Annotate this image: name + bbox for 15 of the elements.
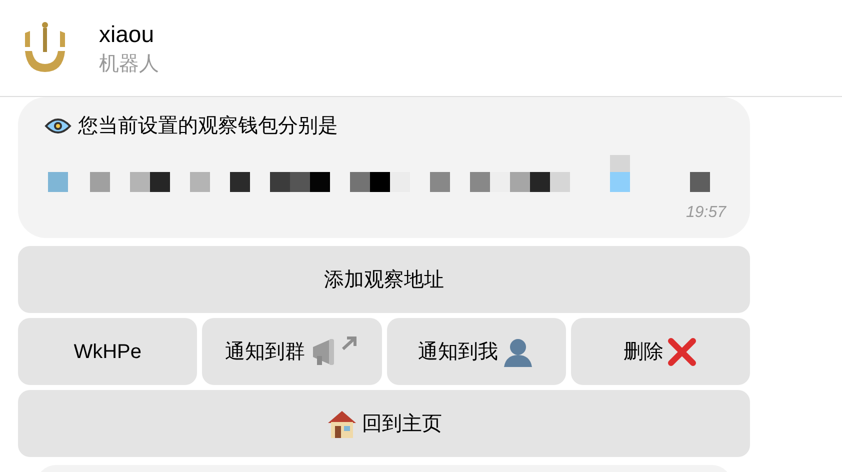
keyboard-button[interactable]: 添加观察地址 (18, 246, 750, 313)
keyboard-button[interactable]: 通知到我 (386, 318, 566, 385)
message-time: 19:57 (686, 203, 726, 223)
person-icon (502, 336, 534, 366)
house-icon (326, 408, 358, 438)
chat-title: xiaou (99, 20, 155, 49)
message-text: 您当前设置的观察钱包分别是 (78, 114, 338, 139)
eye-icon (44, 116, 72, 136)
keyboard-button[interactable]: 通知到群 (202, 318, 382, 385)
cross-icon (667, 336, 698, 366)
keyboard-button[interactable]: WkHPe (18, 318, 198, 385)
keyboard-button[interactable]: 删除 (570, 318, 750, 385)
keyboard-button[interactable]: 回到主页 (18, 390, 750, 457)
bot-avatar-icon (25, 22, 65, 74)
chat-subtitle: 机器人 (99, 52, 159, 77)
